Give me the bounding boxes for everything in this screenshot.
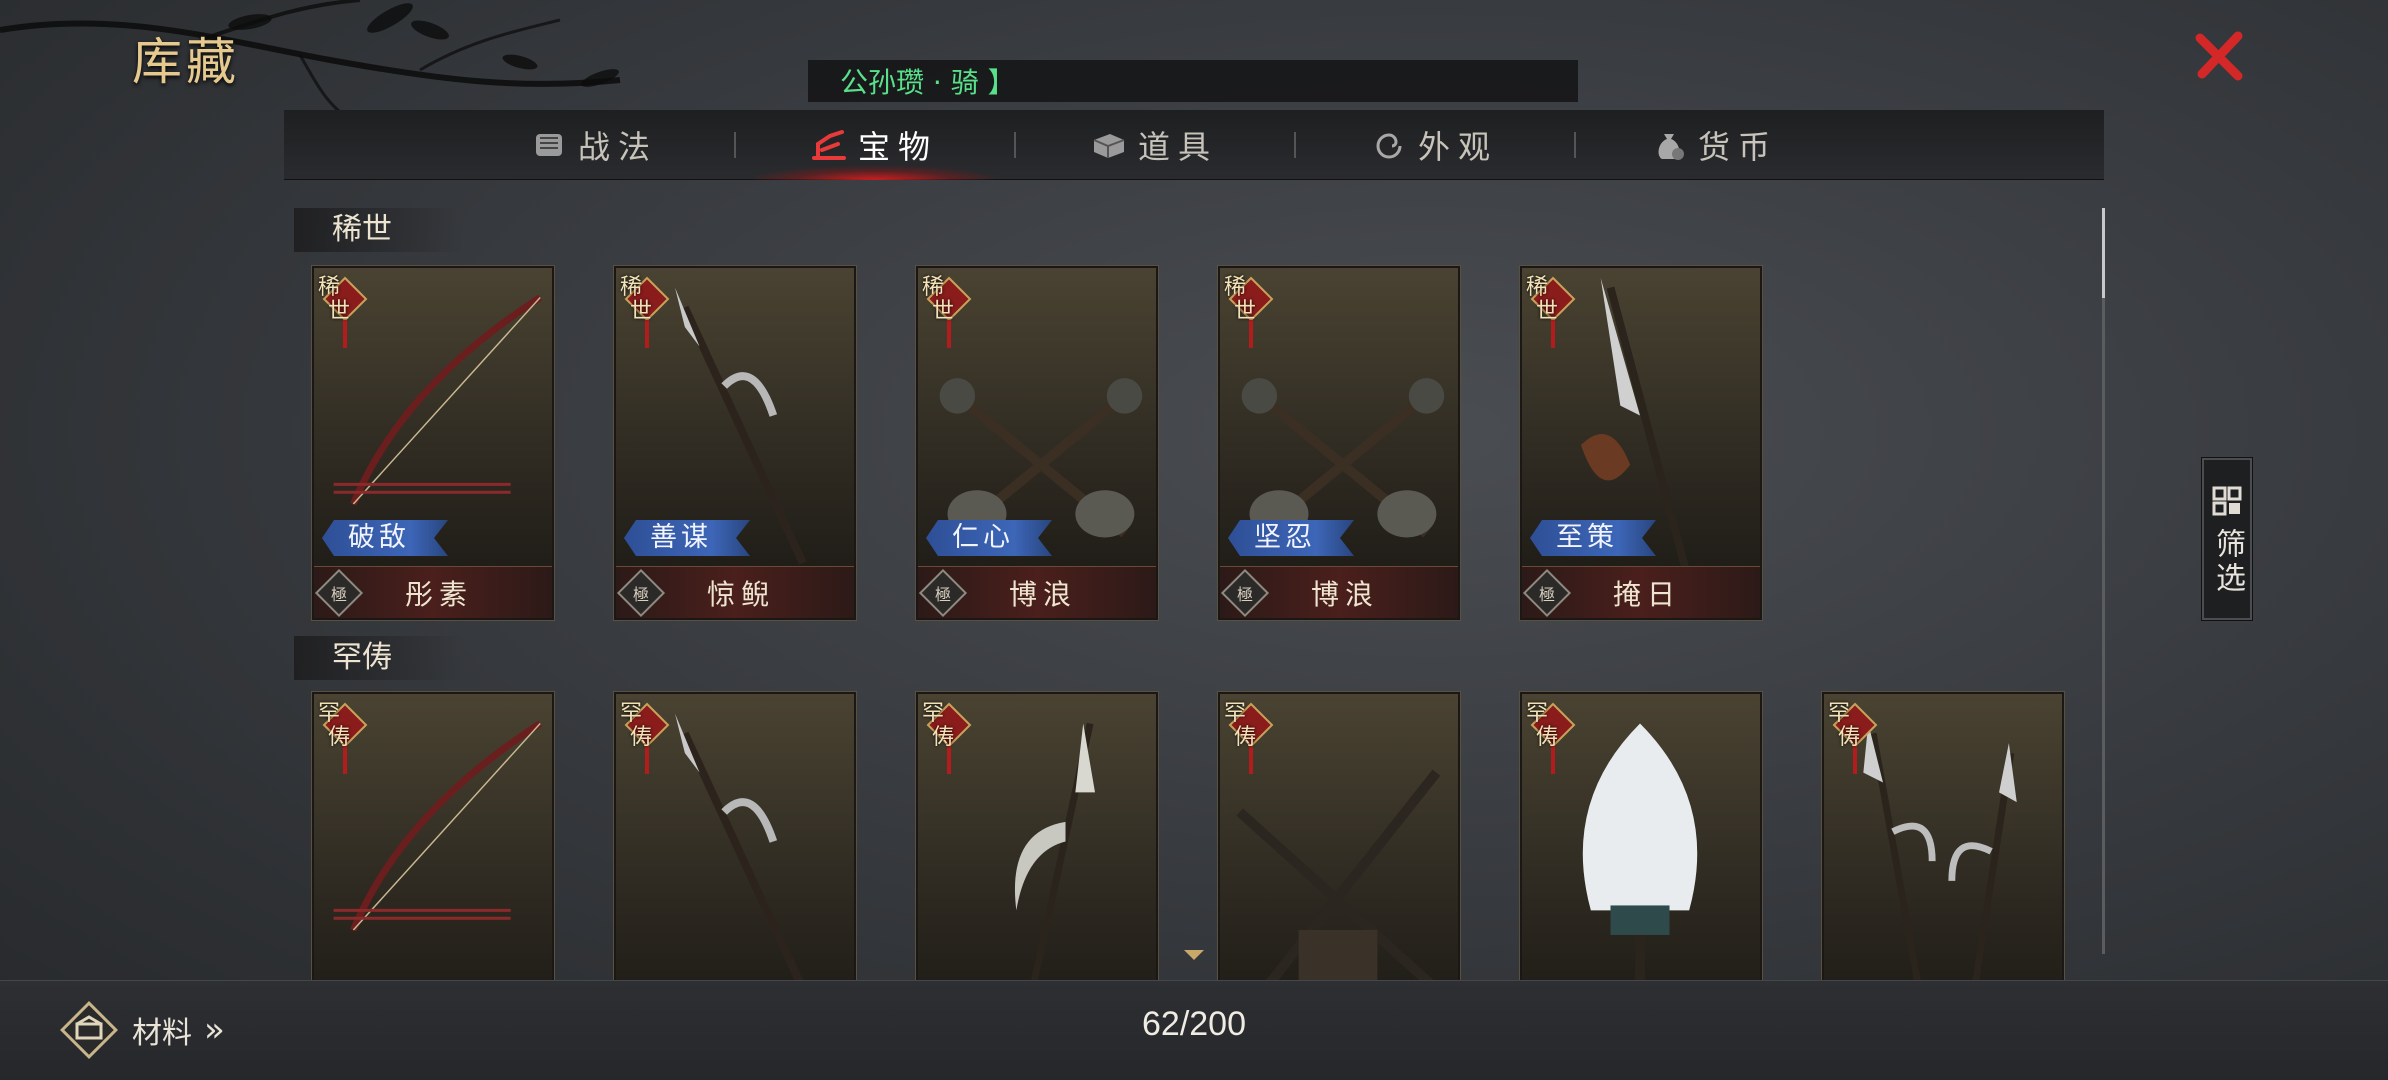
bottom-bar: 材料 » 62/200 (0, 980, 2388, 1080)
rarity-label: 稀世 (1526, 275, 1559, 324)
filter-grid-icon (2212, 486, 2242, 516)
skill-tag: 仁心 (926, 520, 1052, 556)
rarity-label: 稀世 (620, 275, 653, 324)
rarity-label: 罕俦 (620, 701, 653, 750)
banner-text: 公孙瓒 · 骑 】 (840, 66, 1016, 99)
rarity-label: 罕俦 (1526, 701, 1559, 750)
page-title: 库藏 (132, 33, 240, 91)
scrollbar-thumb[interactable] (2102, 208, 2105, 298)
section-label-uncommon: 罕俦 (294, 636, 464, 680)
rarity-label: 稀世 (922, 275, 955, 324)
tab-currency[interactable]: 货币 (1574, 110, 1854, 180)
tab-label: 宝物 (857, 127, 938, 166)
treasure-icon (811, 129, 846, 160)
section-label-rare: 稀世 (294, 208, 464, 252)
scrollbar[interactable] (2102, 208, 2105, 954)
treasure-name: 惊鲵 (706, 577, 775, 611)
rarity-label: 罕俦 (1828, 701, 1861, 750)
treasure-card[interactable]: 稀世至策極掩日 (1520, 266, 1762, 620)
notification-banner: 公孙瓒 · 骑 】 (808, 60, 1578, 102)
tab-tactics[interactable]: 战法 (454, 110, 734, 180)
tab-label: 道具 (1137, 127, 1218, 166)
treasure-card[interactable]: 稀世仁心極博浪 (916, 266, 1158, 620)
swirl-icon (1376, 132, 1402, 158)
tab-treasure[interactable]: 宝物 (734, 110, 1014, 180)
treasure-name: 博浪 (1310, 577, 1379, 611)
rarity-label: 罕俦 (922, 701, 955, 750)
skill-tag: 至策 (1530, 520, 1656, 556)
card-footer: 極博浪 (918, 566, 1156, 618)
skill-tag: 善谋 (624, 520, 750, 556)
rarity-label: 罕俦 (1224, 701, 1257, 750)
inventory-count: 62/200 (1142, 1005, 1246, 1043)
card-footer: 極彤素 (314, 566, 552, 618)
box-icon (1093, 133, 1125, 158)
tab-appearance[interactable]: 外观 (1294, 110, 1574, 180)
money-bag-icon (1658, 133, 1684, 160)
tab-items[interactable]: 道具 (1014, 110, 1294, 180)
chevron-down-icon[interactable] (1182, 948, 1206, 962)
card-footer: 極博浪 (1220, 566, 1458, 618)
treasure-card[interactable]: 稀世坚忍極博浪 (1218, 266, 1460, 620)
rarity-label: 稀世 (318, 275, 351, 324)
tab-label: 外观 (1417, 127, 1498, 166)
rarity-label: 罕俦 (318, 701, 351, 750)
close-icon (2195, 31, 2243, 81)
tab-label: 货币 (1697, 127, 1778, 166)
scroll-icon (535, 133, 562, 156)
treasure-card[interactable]: 稀世破敌極彤素 (312, 266, 554, 620)
card-footer: 極掩日 (1522, 566, 1760, 618)
treasure-name: 博浪 (1008, 577, 1077, 611)
skill-tag: 破敌 (322, 520, 448, 556)
rarity-label: 稀世 (1224, 275, 1257, 324)
skill-tag: 坚忍 (1228, 520, 1354, 556)
filter-button[interactable]: 筛选 (2201, 457, 2253, 621)
treasure-card[interactable]: 稀世善谋極惊鲵 (614, 266, 856, 620)
card-footer: 極惊鲵 (616, 566, 854, 618)
treasure-name: 掩日 (1612, 577, 1681, 611)
treasure-name: 彤素 (404, 577, 473, 611)
tab-label: 战法 (577, 127, 658, 166)
filter-label: 筛选 (2210, 528, 2245, 596)
tab-bar: 战法 宝物 道具 外观 货币 (284, 110, 2104, 180)
close-button[interactable] (2190, 26, 2250, 86)
